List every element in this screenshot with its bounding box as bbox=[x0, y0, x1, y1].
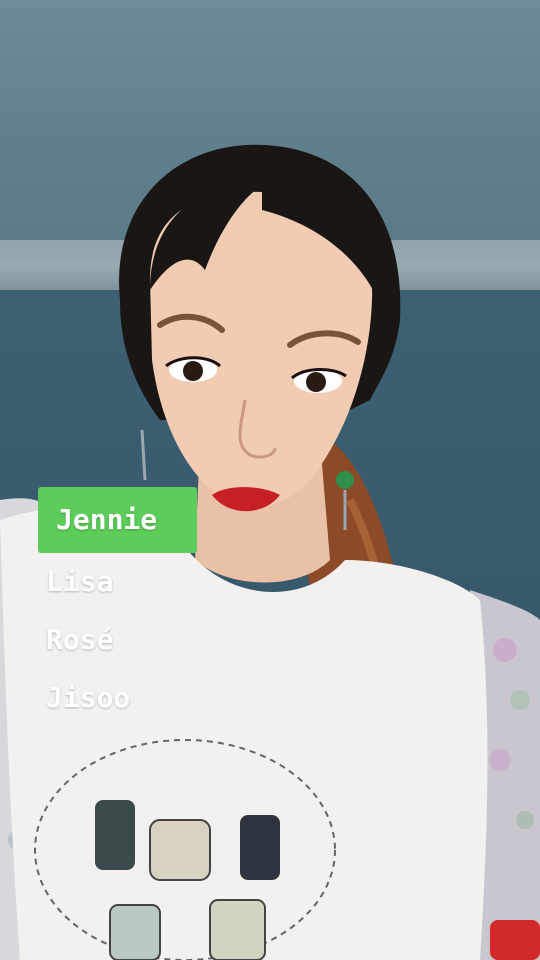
photo-background bbox=[0, 0, 540, 960]
person-illustration bbox=[0, 144, 540, 960]
name-options-list: Jennie Lisa Rosé Jisoo bbox=[38, 487, 238, 727]
option-jennie[interactable]: Jennie bbox=[38, 487, 197, 553]
option-jisoo[interactable]: Jisoo bbox=[38, 669, 238, 727]
option-rose[interactable]: Rosé bbox=[38, 611, 238, 669]
option-lisa[interactable]: Lisa bbox=[38, 553, 238, 611]
